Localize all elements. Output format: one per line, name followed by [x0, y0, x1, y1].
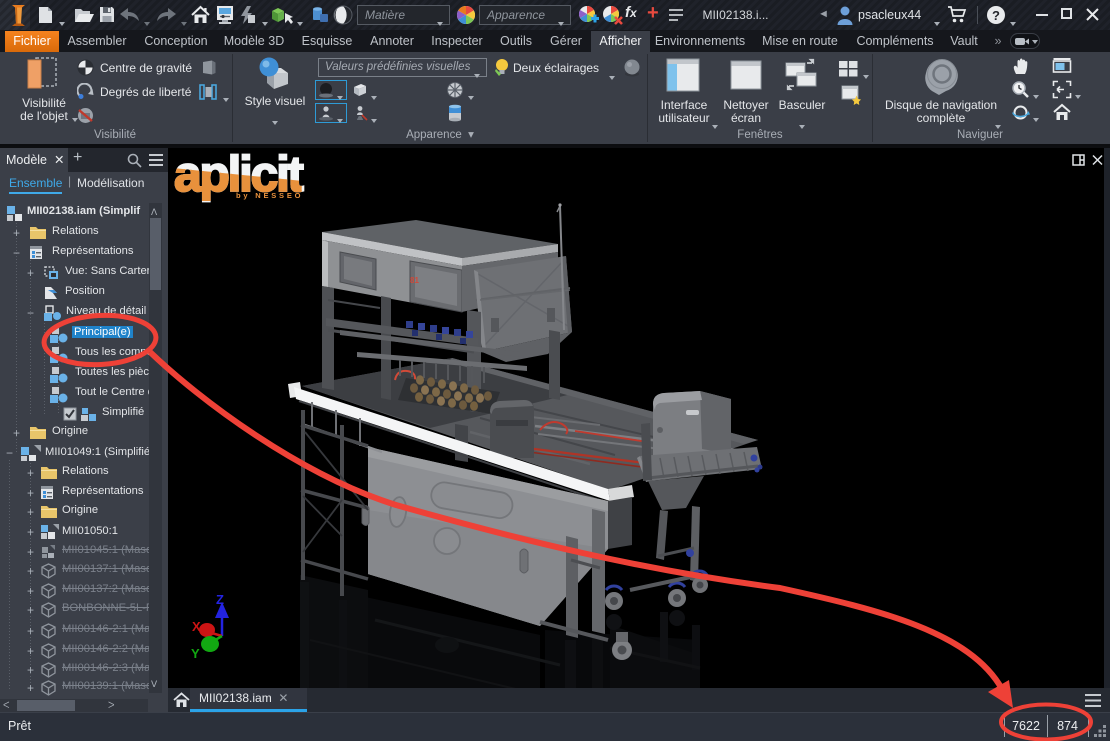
svg-text:?: ? — [992, 8, 1000, 23]
svg-text:Z: Z — [216, 592, 224, 607]
svg-text:X: X — [192, 619, 201, 634]
svg-text:81: 81 — [410, 276, 419, 285]
svg-text:Y: Y — [191, 646, 200, 661]
